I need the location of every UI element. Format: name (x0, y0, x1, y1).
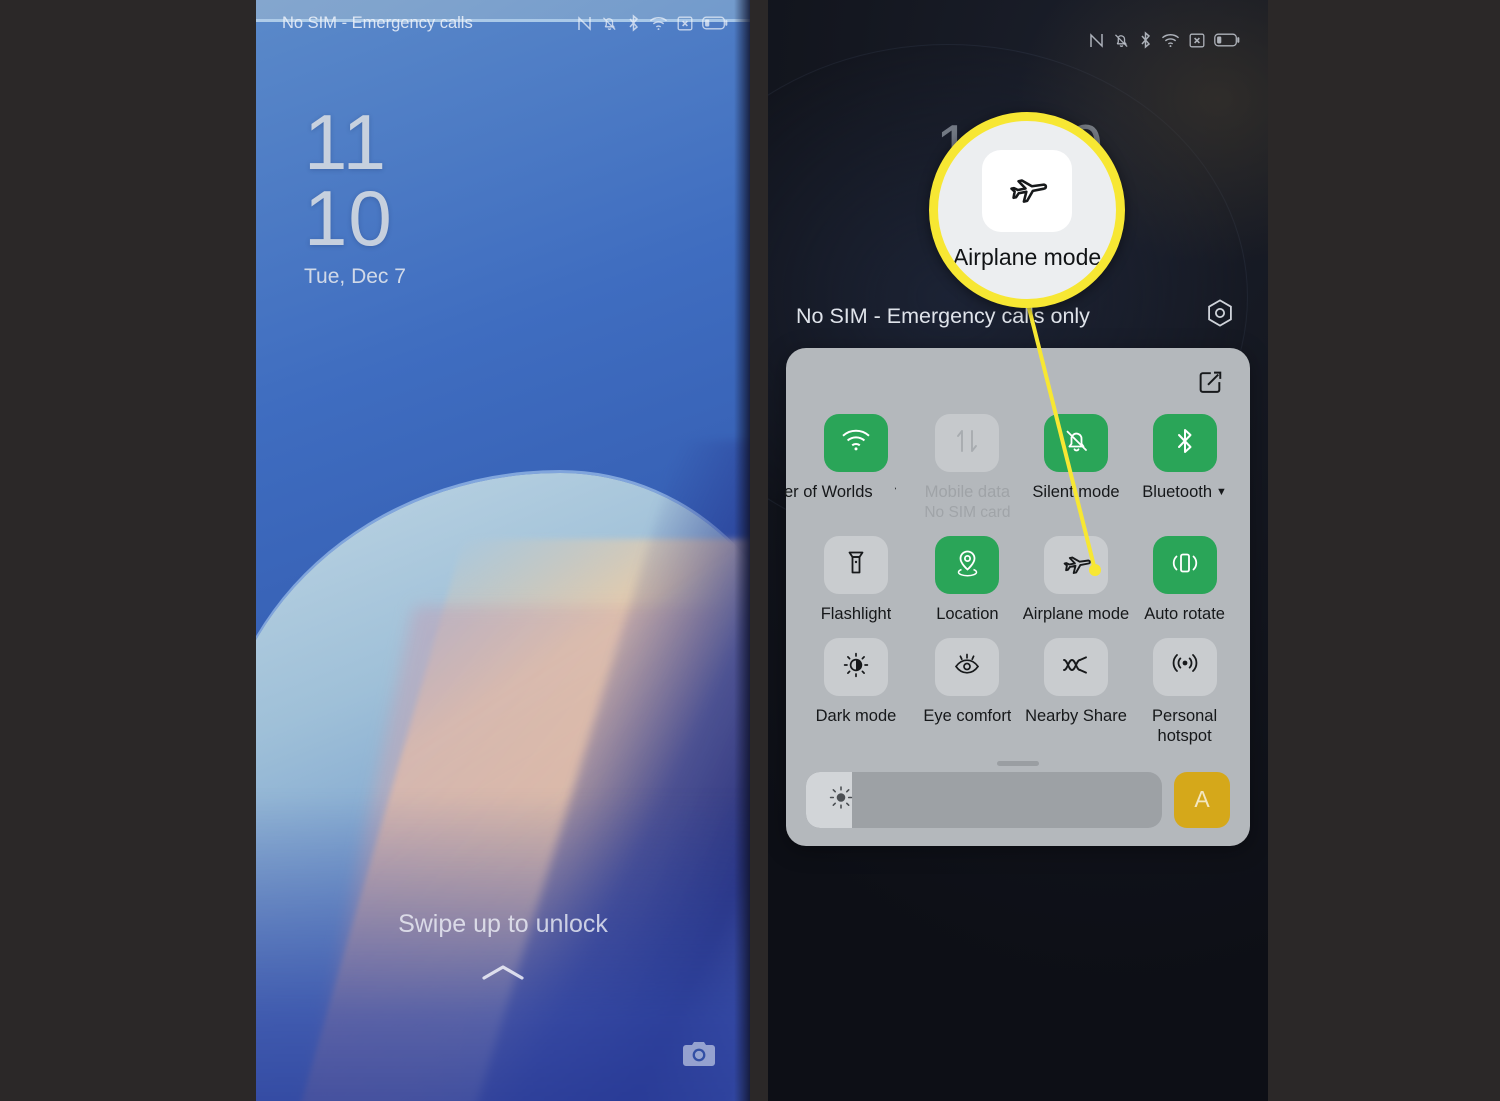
flashlight-icon (845, 549, 867, 582)
wifi-icon (1161, 33, 1180, 48)
tile-wifi[interactable]: er of Worlds ▼ (784, 410, 914, 522)
tile-location-label: Location (936, 605, 999, 624)
magnified-tile (982, 149, 1072, 232)
tile-airplane-mode-label: Airplane mode (1022, 605, 1130, 624)
panel-edit-row (798, 364, 1238, 410)
tile-bluetooth-button[interactable] (1152, 414, 1217, 472)
camera-shortcut-button[interactable] (682, 1040, 716, 1073)
tile-dark-mode-label: Dark mode (815, 707, 897, 726)
silent-bell-icon (1113, 32, 1130, 49)
x-box-icon (1189, 33, 1205, 48)
hotspot-icon (1170, 650, 1200, 684)
tile-auto-rotate-label: Auto rotate (1144, 605, 1225, 624)
left-phone-lockscreen: No SIM - Emergency calls 11 10 Tue, Dec … (256, 0, 750, 1101)
tile-silent-mode-button[interactable] (1044, 414, 1108, 472)
tile-bluetooth[interactable]: Bluetooth ▼ (1131, 410, 1238, 522)
lockscreen-clock: 11 10 Tue, Dec 7 (304, 98, 406, 289)
quick-settings-grid: er of Worlds ▼ Mobile data (784, 410, 1238, 747)
wifi-icon (841, 429, 871, 458)
tile-personal-hotspot-label: Personal hotspot (1152, 707, 1218, 746)
bell-slash-icon (1063, 427, 1090, 460)
brightness-slider[interactable] (806, 771, 1162, 828)
screenshot-stage: No SIM - Emergency calls 11 10 Tue, Dec … (0, 0, 1500, 1101)
tile-location[interactable]: Location (914, 532, 1021, 624)
wifi-icon (649, 16, 668, 31)
right-status-bar (768, 0, 1268, 80)
auto-brightness-label: A (1194, 786, 1210, 812)
tile-eye-comfort[interactable]: Eye comfort (914, 634, 1021, 746)
tile-flashlight[interactable]: Flashlight (798, 532, 914, 624)
tile-bluetooth-label: Bluetooth (1142, 483, 1213, 501)
tile-auto-rotate-button[interactable] (1152, 536, 1217, 595)
swipe-up-area[interactable] (256, 960, 750, 991)
left-status-bar: No SIM - Emergency calls (256, 0, 750, 46)
tile-mobile-data-label: Mobile data (924, 483, 1011, 501)
tile-mobile-data-sublabel: No SIM card (924, 504, 1011, 522)
tile-dark-mode-button[interactable] (824, 638, 888, 697)
magnifier-callout: Airplane mode (929, 112, 1125, 308)
brightness-row: A (798, 771, 1238, 828)
tile-eye-comfort-label: Eye comfort (923, 707, 1012, 726)
tile-wifi-label-wrap: er of Worlds ▼ (784, 482, 896, 502)
bluetooth-icon (1174, 426, 1196, 461)
chevron-down-icon[interactable]: ▼ (893, 485, 896, 498)
tile-personal-hotspot[interactable]: Personal hotspot (1131, 634, 1238, 746)
bluetooth-icon (1139, 31, 1152, 49)
quick-settings-panel: er of Worlds ▼ Mobile data (784, 348, 1250, 846)
callout-pointer-line (1025, 299, 1101, 576)
brightness-contrast-icon (842, 651, 870, 684)
airplane-icon (1005, 169, 1049, 212)
gear-icon[interactable] (1204, 297, 1236, 335)
x-box-icon (677, 16, 693, 31)
tile-nearby-share-label: Nearby Share (1025, 707, 1127, 726)
clock-minutes: 10 (304, 174, 393, 263)
tile-flashlight-button[interactable] (824, 536, 888, 595)
tile-wifi-button[interactable] (824, 414, 888, 472)
tile-silent-mode[interactable]: Silent mode (1021, 410, 1131, 522)
battery-icon (702, 16, 728, 30)
nfc-icon (577, 15, 592, 32)
tile-dark-mode[interactable]: Dark mode (798, 634, 914, 746)
camera-icon (682, 1042, 716, 1072)
clock-date: Tue, Dec 7 (304, 264, 406, 288)
chevron-down-icon[interactable]: ▼ (1216, 486, 1227, 498)
nearby-share-icon (1060, 653, 1092, 682)
tile-silent-mode-label: Silent mode (1032, 483, 1120, 501)
nfc-icon (1089, 32, 1104, 49)
bluetooth-icon (627, 14, 640, 32)
tile-nearby-share-button[interactable] (1044, 638, 1108, 697)
tile-nearby-share[interactable]: Nearby Share (1021, 634, 1131, 746)
tile-eye-comfort-button[interactable] (935, 638, 1000, 697)
edit-pencil-icon[interactable] (1197, 368, 1224, 400)
tile-mobile-data[interactable]: Mobile data No SIM card (914, 410, 1021, 522)
eye-icon (952, 651, 982, 684)
location-pin-icon (954, 548, 981, 582)
tile-personal-hotspot-button[interactable] (1152, 638, 1217, 697)
auto-rotate-icon (1170, 549, 1200, 582)
tile-location-button[interactable] (935, 536, 1000, 595)
panel-drag-handle[interactable] (997, 760, 1039, 766)
data-transfer-icon (954, 427, 980, 460)
tile-airplane-mode[interactable]: Airplane mode (1021, 532, 1131, 624)
auto-brightness-button[interactable]: A (1174, 771, 1230, 828)
right-status-icons (1089, 31, 1240, 49)
tile-auto-rotate[interactable]: Auto rotate (1131, 532, 1238, 624)
silent-bell-icon (601, 15, 618, 32)
magnified-tile-label: Airplane mode (952, 243, 1102, 270)
left-carrier-text: No SIM - Emergency calls (282, 13, 473, 32)
battery-icon (1214, 33, 1240, 47)
clock-hours: 11 (304, 98, 387, 186)
tile-mobile-data-button[interactable] (935, 414, 1000, 472)
tile-bluetooth-label-wrap: Bluetooth ▼ (1142, 482, 1227, 502)
tile-wifi-label: er of Worlds (784, 483, 873, 501)
tile-flashlight-label: Flashlight (820, 605, 892, 624)
brightness-sun-icon (828, 784, 854, 815)
tile-airplane-mode-button[interactable] (1044, 536, 1108, 595)
swipe-hint-text: Swipe up to unlock (398, 910, 608, 938)
airplane-icon (1060, 549, 1092, 582)
sim-status-text: No SIM - Emergency calls only (796, 303, 1090, 328)
chevron-up-icon (479, 960, 527, 991)
left-status-icons (577, 14, 728, 32)
